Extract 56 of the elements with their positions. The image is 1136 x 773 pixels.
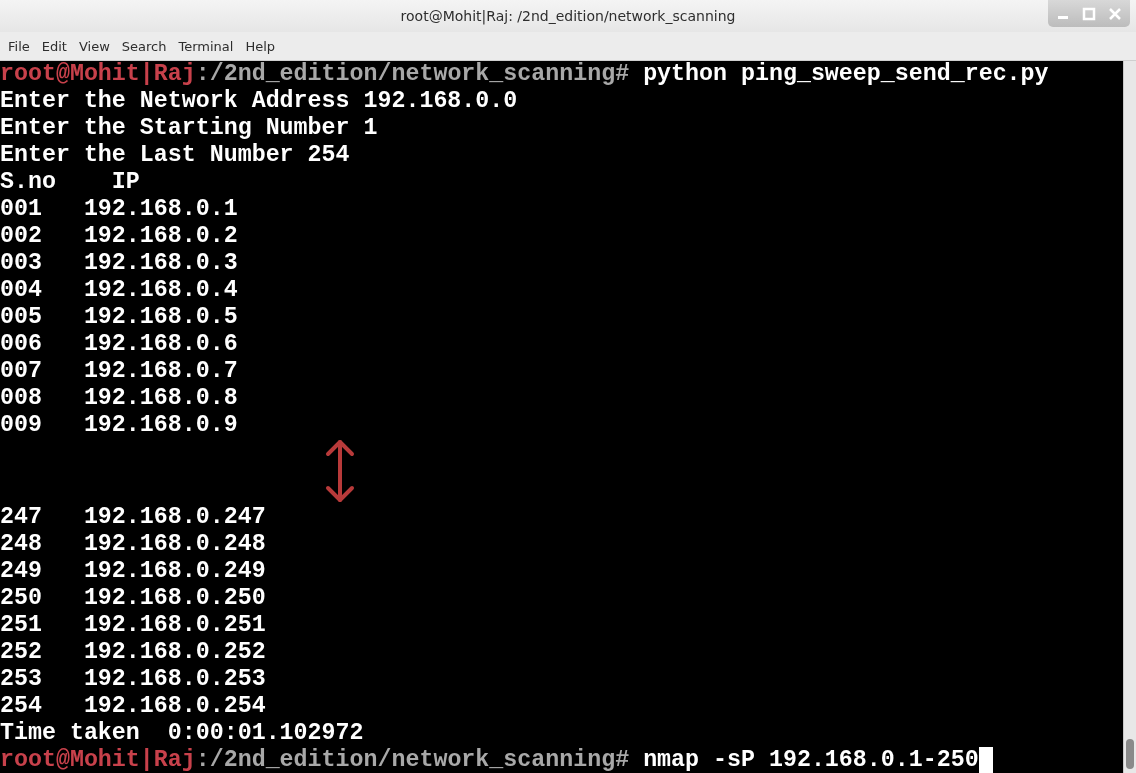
ip-address: 192.168.0.247	[83, 504, 266, 531]
serial-number: 249	[0, 558, 43, 585]
ip-address: 192.168.0.3	[83, 250, 238, 277]
ip-address: 192.168.0.1	[83, 196, 238, 223]
output-text: Time taken 0:00:01.102972	[0, 720, 364, 747]
prompt-path: :/2nd_edition/network_scanning#	[195, 61, 630, 88]
menu-item[interactable]: View	[74, 36, 114, 56]
serial-number: 254	[0, 693, 43, 720]
ip-address: 192.168.0.252	[83, 639, 266, 666]
ip-address: 192.168.0.253	[83, 666, 266, 693]
serial-number: 005	[0, 304, 43, 331]
serial-number: 006	[0, 331, 43, 358]
column-header: S.no	[0, 169, 57, 196]
serial-number: 250	[0, 585, 43, 612]
menu-item[interactable]: Search	[117, 36, 171, 56]
serial-number: 247	[0, 504, 43, 531]
ip-address: 192.168.0.7	[83, 358, 238, 385]
double-arrow-icon	[325, 439, 355, 503]
serial-number: 251	[0, 612, 43, 639]
text-cursor	[978, 747, 993, 773]
ip-address: 192.168.0.251	[83, 612, 266, 639]
ip-address: 192.168.0.5	[83, 304, 238, 331]
ip-address: 192.168.0.4	[83, 277, 238, 304]
ip-address: 192.168.0.248	[83, 531, 266, 558]
ip-address: 192.168.0.9	[83, 412, 238, 439]
serial-number: 004	[0, 277, 43, 304]
prompt-user: root@Mohit|Raj	[0, 61, 196, 88]
output-text: Enter the Starting Number 1	[0, 115, 378, 142]
window-title: root@Mohit|Raj: /2nd_edition/network_scanning	[400, 8, 736, 24]
ip-address: 192.168.0.249	[83, 558, 266, 585]
output-text: Enter the Last Number 254	[0, 142, 350, 169]
ip-address: 192.168.0.254	[83, 693, 266, 720]
serial-number: 248	[0, 531, 43, 558]
ip-address: 192.168.0.250	[83, 585, 266, 612]
serial-number: 253	[0, 666, 43, 693]
scrollbar-thumb[interactable]	[1126, 739, 1134, 769]
serial-number: 009	[0, 412, 43, 439]
ip-address: 192.168.0.2	[83, 223, 238, 250]
ip-address: 192.168.0.8	[83, 385, 238, 412]
prompt-user: root@Mohit|Raj	[0, 747, 196, 773]
serial-number: 252	[0, 639, 43, 666]
menu-item[interactable]: Help	[241, 36, 280, 56]
menu-item[interactable]: Terminal	[174, 36, 238, 56]
ip-address: 192.168.0.6	[83, 331, 238, 358]
serial-number: 001	[0, 196, 43, 223]
command-text: python ping_sweep_send_rec.py	[643, 61, 1049, 88]
column-header: IP	[111, 169, 140, 196]
serial-number: 007	[0, 358, 43, 385]
serial-number: 002	[0, 223, 43, 250]
menu-item[interactable]: File	[4, 36, 34, 56]
prompt-path: :/2nd_edition/network_scanning#	[195, 747, 630, 773]
command-text: nmap -sP 192.168.0.1-250	[643, 747, 979, 773]
serial-number: 003	[0, 250, 43, 277]
output-text: Enter the Network Address 192.168.0.0	[0, 88, 518, 115]
serial-number: 008	[0, 385, 43, 412]
menu-item[interactable]: Edit	[37, 36, 71, 56]
